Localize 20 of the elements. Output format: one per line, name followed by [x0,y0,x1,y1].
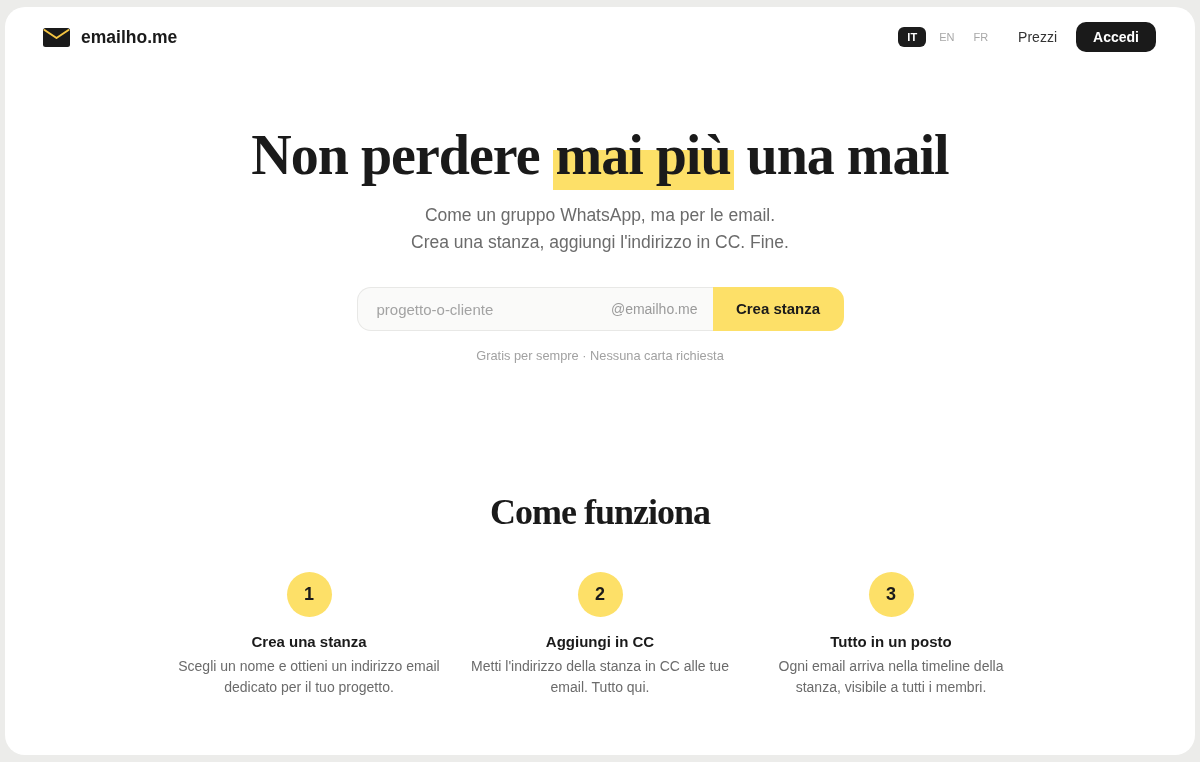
create-room-button[interactable]: Crea stanza [712,287,844,331]
section-title: Come funziona [490,491,710,534]
step-description: Scegli un nome e ottieni un indirizzo email dedicato per il tuo progetto. [177,657,441,697]
envelope-logo-icon [43,27,70,47]
step-number: 2 [577,572,623,617]
step-title: Crea una stanza [251,632,367,652]
language-toggle[interactable]: IT [898,27,927,47]
hero-subtitle: Come un gruppo WhatsApp, ma per le email. Crea una stanza, aggiungi l'indirizzo in CC. Fine. [411,204,789,254]
nav-link[interactable]: Prezzi [1018,26,1057,48]
brand-name[interactable]: emailho.me [81,23,178,51]
room-name-input[interactable]: progetto-o-cliente [356,287,611,331]
step-description: Ogni email arriva nella timeline della stanza, visibile a tutti i membri. [777,657,1005,697]
step-description: Metti l'indirizzo della stanza in CC alle tue email. Tutto qui. [470,657,730,697]
step-number: 3 [868,572,914,617]
step-title: Aggiungi in CC [545,632,655,652]
hero-note: Gratis per sempre · Nessuna carta richiesta [476,347,724,365]
step-title: Tutto in un posto [830,632,952,652]
login-button[interactable]: Accedi [1076,22,1156,52]
domain-suffix: @emailho.me [610,287,713,331]
step-number: 1 [286,572,332,617]
